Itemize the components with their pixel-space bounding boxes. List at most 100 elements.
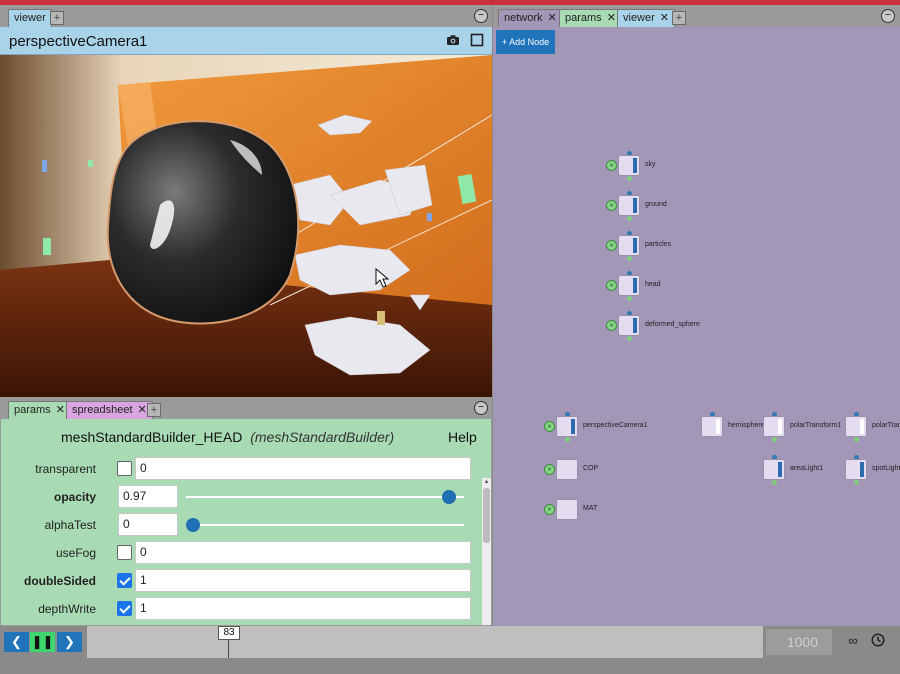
clock-icon[interactable] — [870, 633, 886, 649]
output-connector[interactable] — [565, 437, 570, 442]
tab-viewer[interactable]: viewer ✕ — [617, 9, 676, 27]
network-node-deformed-sphere[interactable]: » deformed_sphere — [606, 311, 726, 341]
tab-viewer[interactable]: viewer — [8, 9, 52, 27]
network-node-cop[interactable]: » COP — [544, 455, 664, 485]
node-box[interactable] — [556, 416, 578, 437]
close-tab-icon[interactable]: ✕ — [607, 12, 616, 24]
network-node-ground[interactable]: » ground — [606, 191, 726, 221]
network-node-perspective-camera[interactable]: » perspectiveCamera1 — [544, 412, 664, 442]
depthwrite-value-field[interactable]: 1 — [135, 597, 471, 620]
collapse-panel-button[interactable]: − — [474, 9, 488, 23]
node-box[interactable] — [618, 155, 640, 176]
current-frame-marker[interactable]: 83 — [218, 626, 240, 640]
output-connector[interactable] — [627, 176, 632, 181]
node-box[interactable] — [763, 459, 785, 480]
transparent-value-field[interactable]: 0 — [135, 457, 471, 480]
camera-icon[interactable] — [446, 33, 460, 50]
pause-button[interactable]: ❚❚ — [30, 632, 55, 652]
timeline-bar: ❮ ❚❚ ❯ 83 1000 ∞ — [0, 626, 900, 674]
usefog-value-field[interactable]: 0 — [135, 541, 471, 564]
doublesided-value-field[interactable]: 1 — [135, 569, 471, 592]
loop-icon[interactable]: ∞ — [845, 633, 861, 649]
close-tab-icon[interactable]: ✕ — [548, 12, 557, 24]
network-node-spot-light[interactable]: spotLight1 — [833, 455, 900, 485]
network-node-sky[interactable]: » sky — [606, 151, 726, 181]
display-toggle-icon[interactable]: » — [544, 504, 555, 515]
display-toggle-icon[interactable]: » — [606, 200, 617, 211]
timeline-scrubber[interactable]: 83 — [87, 626, 763, 658]
depthwrite-checkbox[interactable] — [117, 601, 132, 616]
tab-params[interactable]: params ✕ — [8, 401, 71, 419]
params-scrollbar[interactable]: ▲ ▼ — [482, 478, 491, 625]
output-connector[interactable] — [854, 480, 859, 485]
output-connector[interactable] — [627, 256, 632, 261]
add-tab-button[interactable]: + — [672, 11, 686, 25]
usefog-checkbox[interactable] — [117, 545, 132, 560]
network-node-mat[interactable]: » MAT — [544, 495, 664, 525]
collapse-panel-button[interactable]: − — [474, 401, 488, 415]
scroll-up-icon[interactable]: ▲ — [483, 479, 490, 485]
fullscreen-icon[interactable] — [470, 33, 484, 50]
params-tabbar: params ✕ spreadsheet ✕ + − — [0, 397, 492, 419]
display-toggle-icon[interactable]: » — [606, 320, 617, 331]
output-connector[interactable] — [627, 296, 632, 301]
param-row-usefog: useFog 0 — [1, 540, 481, 566]
alphatest-value-field[interactable]: 0 — [118, 513, 178, 536]
opacity-slider-track[interactable] — [186, 496, 464, 498]
alphatest-slider-track[interactable] — [186, 524, 464, 526]
output-connector[interactable] — [854, 437, 859, 442]
next-frame-button[interactable]: ❯ — [57, 632, 82, 652]
network-node-particles[interactable]: » particles — [606, 231, 726, 261]
network-tabbar: network ✕ params ✕ viewer ✕ + − — [493, 5, 900, 27]
3d-viewport[interactable] — [0, 55, 492, 397]
output-connector[interactable] — [627, 216, 632, 221]
node-network-editor[interactable]: + Add Node » sky » ground » particles » — [493, 27, 900, 626]
opacity-slider-handle[interactable] — [442, 490, 457, 504]
node-box[interactable] — [763, 416, 785, 437]
alphatest-slider-handle[interactable] — [186, 518, 200, 532]
network-node-head[interactable]: » head — [606, 271, 726, 301]
node-box[interactable] — [845, 416, 867, 437]
close-tab-icon[interactable]: ✕ — [138, 404, 147, 416]
chevron-left-icon: ❮ — [11, 634, 22, 649]
display-toggle-icon[interactable]: » — [606, 280, 617, 291]
doublesided-checkbox[interactable] — [117, 573, 132, 588]
node-box[interactable] — [556, 499, 578, 520]
node-box[interactable] — [556, 459, 578, 480]
help-link[interactable]: Help — [448, 429, 477, 445]
collapse-panel-button[interactable]: − — [881, 9, 895, 23]
viewer-panel: viewer + − perspectiveCamera1 — [0, 5, 492, 397]
transparent-checkbox[interactable] — [117, 461, 132, 476]
add-node-button[interactable]: + Add Node — [496, 30, 555, 54]
node-box[interactable] — [618, 275, 640, 296]
add-tab-button[interactable]: + — [50, 11, 64, 25]
output-connector[interactable] — [627, 336, 632, 341]
display-flag — [778, 462, 782, 477]
tab-params[interactable]: params ✕ — [559, 9, 622, 27]
display-toggle-icon[interactable]: » — [606, 160, 617, 171]
display-toggle-icon[interactable]: » — [606, 240, 617, 251]
network-node-polar-transform-2[interactable]: polarTransform2 — [833, 412, 900, 442]
close-tab-icon[interactable]: ✕ — [56, 404, 65, 416]
end-frame-input[interactable]: 1000 — [766, 629, 832, 655]
scroll-thumb[interactable] — [483, 488, 490, 543]
close-tab-icon[interactable]: ✕ — [660, 12, 669, 24]
node-label: COP — [583, 465, 599, 472]
param-row-alphatest: alphaTest 0 — [1, 512, 481, 538]
node-box[interactable] — [845, 459, 867, 480]
tab-network[interactable]: network ✕ — [498, 9, 563, 27]
node-box[interactable] — [618, 315, 640, 336]
tab-spreadsheet[interactable]: spreadsheet ✕ — [66, 401, 153, 419]
node-box[interactable] — [618, 235, 640, 256]
output-connector[interactable] — [772, 480, 777, 485]
node-box[interactable] — [701, 416, 723, 437]
node-label: particles — [645, 241, 672, 248]
add-tab-button[interactable]: + — [147, 403, 161, 417]
previous-frame-button[interactable]: ❮ — [4, 632, 29, 652]
node-box[interactable] — [618, 195, 640, 216]
display-toggle-icon[interactable]: » — [544, 464, 555, 475]
param-label: depthWrite — [38, 602, 96, 616]
display-toggle-icon[interactable]: » — [544, 421, 555, 432]
output-connector[interactable] — [772, 437, 777, 442]
opacity-value-field[interactable]: 0.97 — [118, 485, 178, 508]
